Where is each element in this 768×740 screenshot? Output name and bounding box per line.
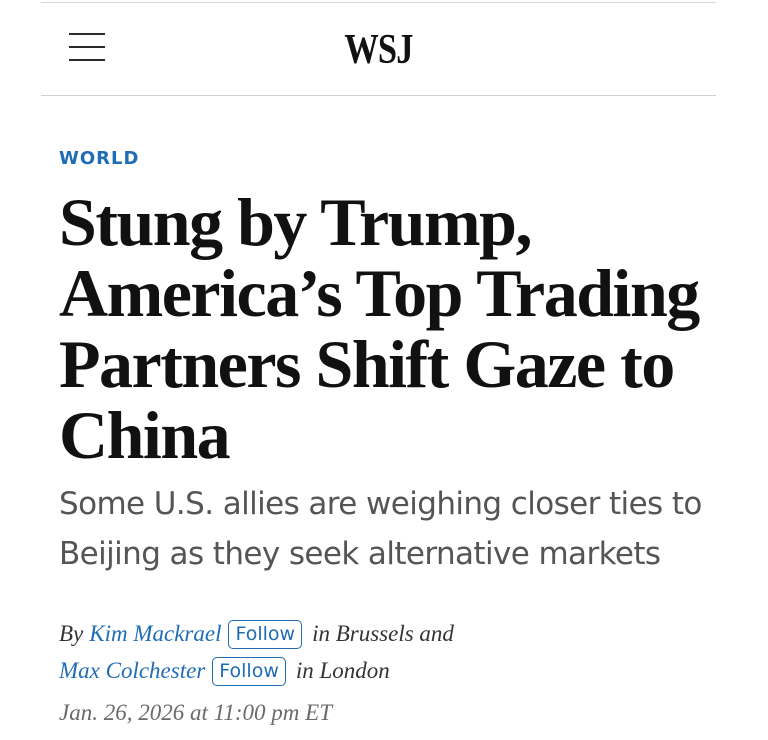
article-timestamp: Jan. 26, 2026 at 11:00 pm ET [59, 700, 333, 725]
author-link-max-colchester[interactable]: Max Colchester [59, 655, 205, 687]
article-headline: Stung by Trump, America’s Top Trading Pa… [59, 184, 700, 473]
site-header: WSJ [41, 2, 716, 96]
author-location: in Brussels and [312, 621, 454, 646]
byline-by: By [59, 621, 84, 646]
author-link-kim-mackrael[interactable]: Kim Mackrael [89, 618, 221, 650]
article-category[interactable]: WORLD [59, 147, 139, 171]
follow-button-max-colchester[interactable]: Follow [212, 656, 286, 686]
byline-line-1: By Kim Mackrael Follow in Brussels and [59, 618, 454, 650]
hamburger-menu-icon[interactable] [69, 32, 105, 62]
article-dek: Some U.S. allies are weighing closer tie… [59, 486, 702, 572]
menu-line [69, 33, 105, 35]
follow-button-kim-mackrael[interactable]: Follow [228, 619, 303, 649]
author-location: in London [295, 658, 390, 683]
byline-line-2: Max Colchester Follow in London [59, 655, 390, 687]
wsj-logo[interactable]: WSJ [102, 29, 656, 71]
menu-line [69, 59, 105, 61]
menu-line [69, 46, 105, 48]
